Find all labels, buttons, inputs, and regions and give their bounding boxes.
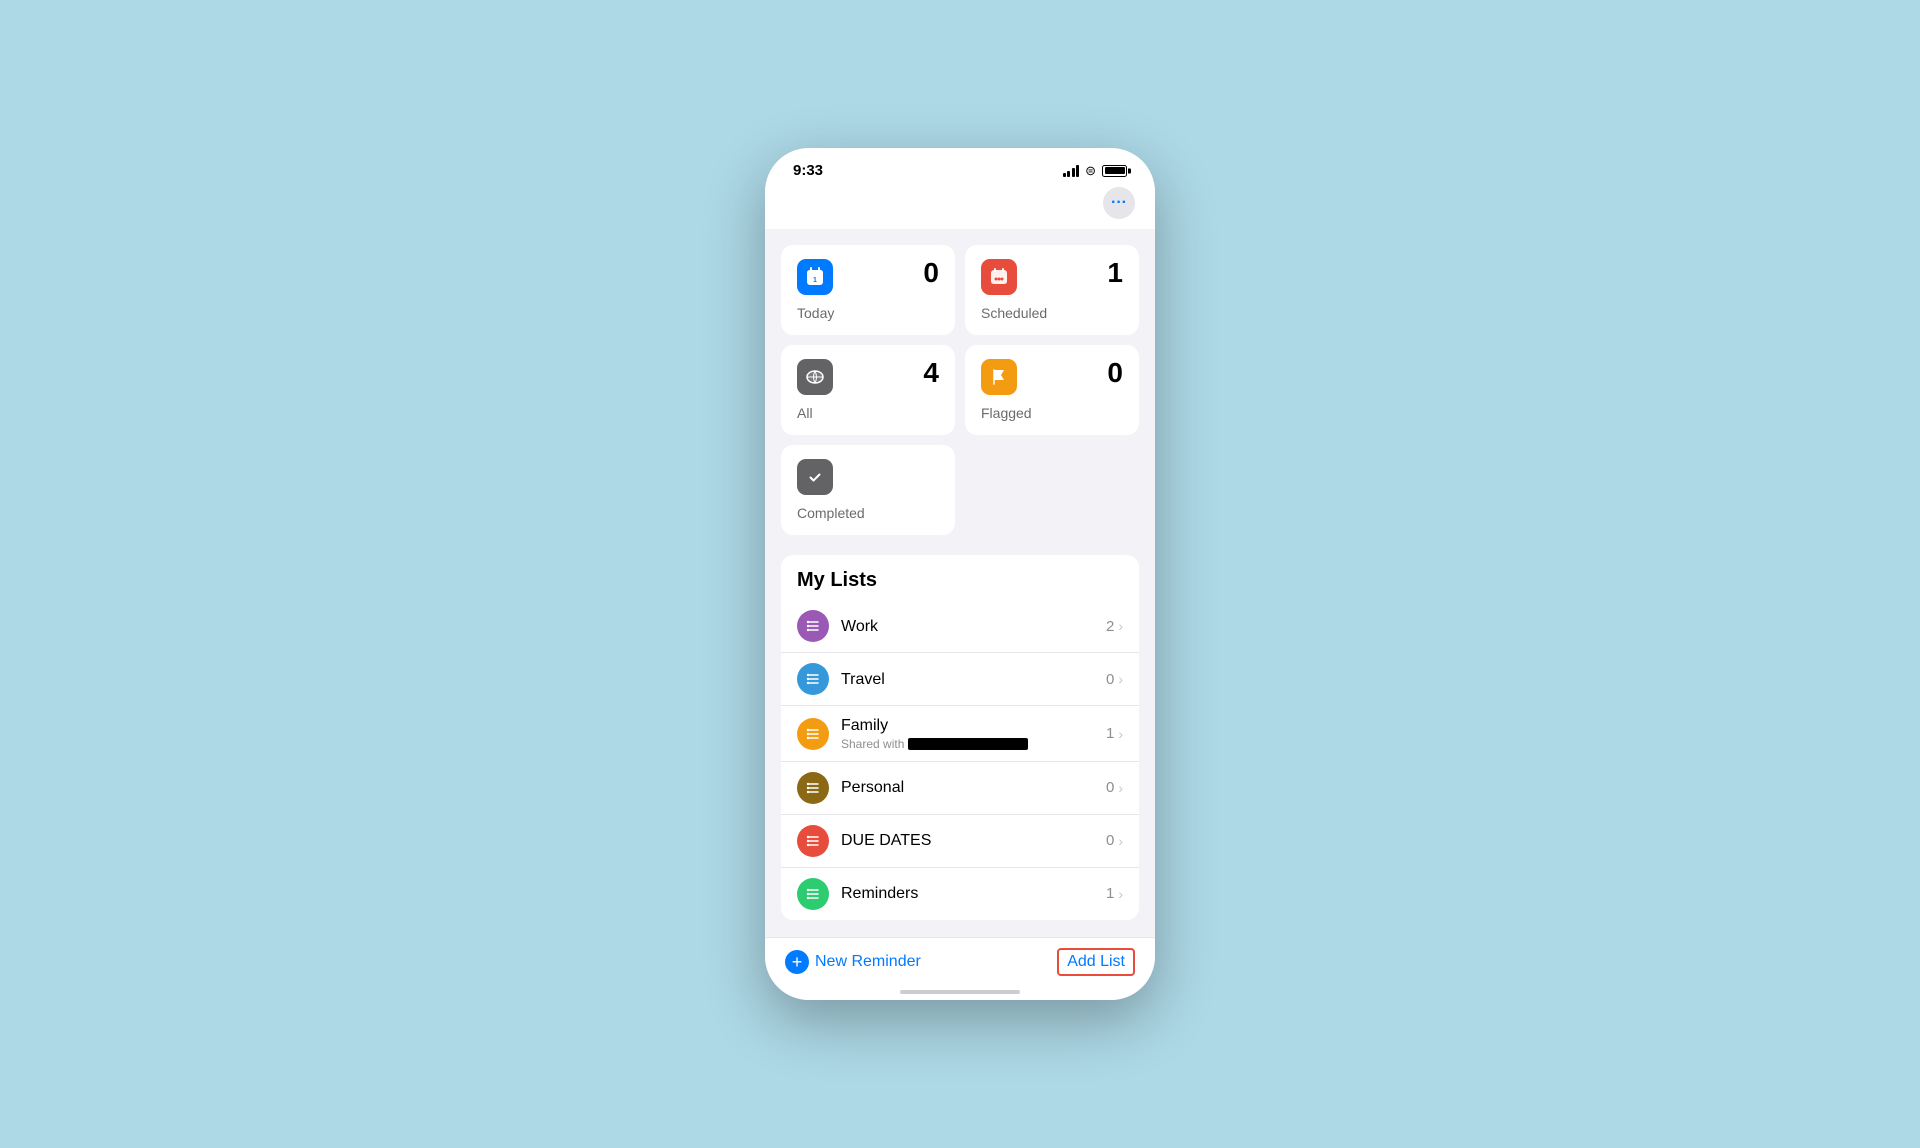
smart-card-completed[interactable]: Completed [781,445,955,535]
family-list-count: 1 [1106,725,1114,742]
travel-list-name: Travel [841,670,1098,689]
more-button[interactable]: ··· [1103,187,1135,219]
reminders-list-right: 1 › [1106,885,1123,902]
due-dates-list-icon [797,825,829,857]
list-item-due-dates[interactable]: DUE DATES 0 › [781,815,1139,868]
family-list-name: Family [841,716,1098,735]
work-list-count: 2 [1106,618,1114,635]
smart-card-today[interactable]: 1 0 Today [781,245,955,335]
wifi-icon: ⊜ [1085,163,1096,179]
add-list-button[interactable]: Add List [1057,948,1135,976]
due-dates-list-count: 0 [1106,832,1114,849]
travel-list-chevron: › [1118,671,1123,687]
list-item-reminders[interactable]: Reminders 1 › [781,868,1139,920]
family-list-info: Family Shared with [841,716,1098,750]
reminders-list-count: 1 [1106,885,1114,902]
today-icon: 1 [797,259,833,295]
reminders-list-icon [797,878,829,910]
reminders-list-chevron: › [1118,886,1123,902]
scheduled-icon [981,259,1017,295]
personal-list-chevron: › [1118,780,1123,796]
list-item-family[interactable]: Family Shared with 1 › [781,706,1139,761]
personal-list-name: Personal [841,778,1098,797]
flagged-count: 0 [1107,359,1123,387]
list-item-travel[interactable]: Travel 0 › [781,653,1139,706]
today-count: 0 [923,259,939,287]
smart-card-all[interactable]: 4 All [781,345,955,435]
work-list-info: Work [841,617,1098,636]
family-list-chevron: › [1118,726,1123,742]
status-bar: 9:33 ⊜ [765,148,1155,183]
due-dates-list-right: 0 › [1106,832,1123,849]
family-shared-subtitle: Shared with [841,737,1098,751]
travel-list-right: 0 › [1106,671,1123,688]
svg-text:1: 1 [813,277,817,284]
reminders-list-info: Reminders [841,884,1098,903]
new-reminder-plus-icon: + [785,950,809,974]
travel-list-count: 0 [1106,671,1114,688]
travel-list-icon [797,663,829,695]
new-reminder-button[interactable]: + New Reminder [785,950,921,974]
redacted-name [908,738,1028,750]
due-dates-list-chevron: › [1118,833,1123,849]
work-list-name: Work [841,617,1098,636]
status-time: 9:33 [793,162,823,179]
status-icons: ⊜ [1063,163,1127,179]
work-list-chevron: › [1118,618,1123,634]
personal-list-count: 0 [1106,779,1114,796]
battery-icon [1102,165,1127,177]
flagged-icon [981,359,1017,395]
today-label: Today [797,305,939,321]
work-list-icon [797,610,829,642]
work-list-right: 2 › [1106,618,1123,635]
scheduled-count: 1 [1107,259,1123,287]
family-list-right: 1 › [1106,725,1123,742]
all-count: 4 [923,359,939,387]
list-item-work[interactable]: Work 2 › [781,600,1139,653]
completed-label: Completed [797,505,939,521]
scroll-content: 1 0 Today [765,229,1155,999]
my-lists-section: My Lists Work [781,555,1139,919]
flagged-label: Flagged [981,405,1123,421]
personal-list-icon [797,772,829,804]
smart-lists-grid: 1 0 Today [781,229,1139,545]
personal-list-info: Personal [841,778,1098,797]
completed-icon [797,459,833,495]
travel-list-info: Travel [841,670,1098,689]
phone-frame: 9:33 ⊜ ··· [765,148,1155,999]
reminders-list-name: Reminders [841,884,1098,903]
personal-list-right: 0 › [1106,779,1123,796]
scheduled-label: Scheduled [981,305,1123,321]
all-icon [797,359,833,395]
signal-icon [1063,165,1080,177]
smart-card-scheduled[interactable]: 1 Scheduled [965,245,1139,335]
my-lists-title: My Lists [781,555,1139,600]
family-list-icon [797,718,829,750]
list-item-personal[interactable]: Personal 0 › [781,762,1139,815]
new-reminder-label: New Reminder [815,953,921,971]
all-label: All [797,405,939,421]
due-dates-list-name: DUE DATES [841,831,1098,850]
due-dates-list-info: DUE DATES [841,831,1098,850]
smart-card-flagged[interactable]: 0 Flagged [965,345,1139,435]
top-bar: ··· [765,183,1155,229]
home-indicator [900,990,1020,994]
